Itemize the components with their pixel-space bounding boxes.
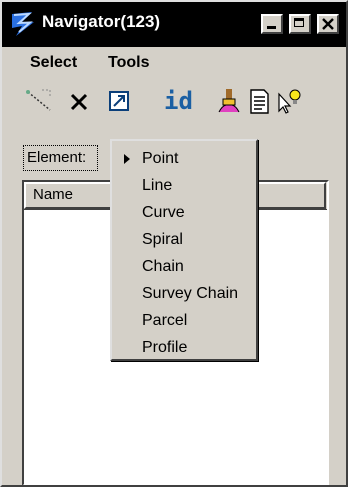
menu-item-parcel[interactable]: Parcel xyxy=(112,307,256,334)
menu-item-label: Point xyxy=(142,150,179,167)
menu-item-label: Line xyxy=(142,177,173,194)
menu-item-chain[interactable]: Chain xyxy=(112,253,256,280)
element-type-popup-menu: Point Line Curve Spiral Chain Survey Cha… xyxy=(110,139,258,361)
menu-item-spiral[interactable]: Spiral xyxy=(112,226,256,253)
menu-item-label: Survey Chain xyxy=(142,285,239,302)
toolbar: id xyxy=(2,82,346,122)
element-dropdown-button[interactable]: Element: xyxy=(23,145,98,171)
navigator-app-icon xyxy=(10,10,38,38)
highlight-brush-icon xyxy=(218,89,240,113)
navigator-window: Navigator(123) Select Tools id Element: … xyxy=(0,0,348,487)
highlight-tool-button[interactable] xyxy=(214,86,244,116)
delete-tool-button[interactable] xyxy=(64,86,94,116)
report-icon xyxy=(250,89,269,114)
menu-select[interactable]: Select xyxy=(30,53,77,73)
maximize-button[interactable] xyxy=(289,14,311,34)
menu-item-curve[interactable]: Curve xyxy=(112,199,256,226)
report-tool-button[interactable] xyxy=(244,86,274,116)
select-line-tool-button[interactable] xyxy=(24,86,54,116)
id-icon[interactable]: id xyxy=(164,88,193,114)
menu-item-label: Chain xyxy=(142,258,184,275)
menu-item-line[interactable]: Line xyxy=(112,172,256,199)
submenu-arrow-icon xyxy=(124,154,130,164)
maximize-icon xyxy=(294,18,304,27)
window-title: Navigator(123) xyxy=(42,12,161,31)
select-line-icon xyxy=(26,89,51,111)
menu-item-label: Spiral xyxy=(142,231,183,248)
title-bar[interactable]: Navigator(123) xyxy=(2,2,346,47)
menu-item-label: Parcel xyxy=(142,312,188,329)
query-pointer-icon xyxy=(278,89,301,114)
query-tool-button[interactable] xyxy=(274,86,304,116)
minimize-button[interactable] xyxy=(261,14,283,34)
delete-x-icon xyxy=(70,93,88,111)
menu-item-point[interactable]: Point xyxy=(112,145,256,172)
menu-item-label: Curve xyxy=(142,204,185,221)
zoom-to-tool-button[interactable] xyxy=(104,86,134,116)
close-button[interactable] xyxy=(317,14,339,34)
menu-item-label: Profile xyxy=(142,339,188,356)
menu-item-profile[interactable]: Profile xyxy=(112,334,256,361)
menu-bar: Select Tools xyxy=(2,47,346,79)
menu-tools[interactable]: Tools xyxy=(108,53,149,73)
zoom-to-icon xyxy=(109,91,129,111)
close-icon xyxy=(322,18,334,30)
menu-item-survey-chain[interactable]: Survey Chain xyxy=(112,280,256,307)
minimize-icon xyxy=(267,26,276,29)
